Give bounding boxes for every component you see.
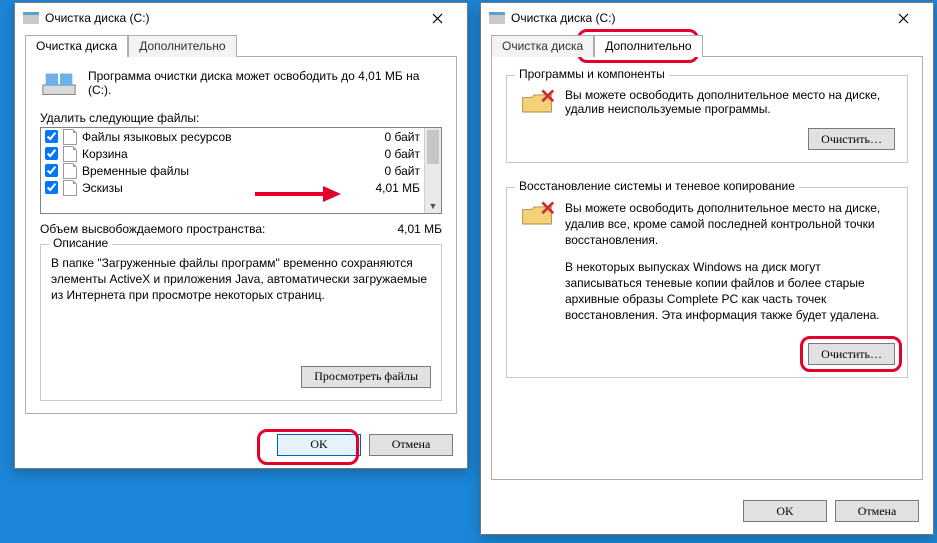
ok-button[interactable]: OK bbox=[743, 500, 827, 522]
file-icon bbox=[63, 129, 77, 145]
dialog-button-row: OK Отмена bbox=[15, 424, 467, 468]
file-size: 0 байт bbox=[360, 147, 420, 161]
disk-cleanup-window-main: Очистка диска (C:) Очистка диска Дополни… bbox=[14, 2, 468, 469]
file-checkbox[interactable] bbox=[45, 130, 58, 143]
close-button[interactable] bbox=[415, 3, 459, 33]
file-size: 4,01 МБ bbox=[360, 181, 420, 195]
tab-main[interactable]: Очистка диска bbox=[491, 35, 594, 57]
close-button[interactable] bbox=[881, 3, 925, 33]
file-checkbox[interactable] bbox=[45, 181, 58, 194]
freed-value: 4,01 МБ bbox=[397, 222, 442, 236]
disk-cleanup-window-advanced: Очистка диска (C:) Очистка диска Дополни… bbox=[480, 2, 934, 535]
file-checkbox[interactable] bbox=[45, 164, 58, 177]
cleanup-restore-button[interactable]: Очистить… bbox=[808, 343, 895, 365]
list-item[interactable]: Временные файлы 0 байт bbox=[41, 162, 424, 179]
folder-delete-icon bbox=[519, 200, 555, 230]
tab-strip: Очистка диска Дополнительно bbox=[481, 33, 933, 57]
files-listbox[interactable]: Файлы языковых ресурсов 0 байт Корзина 0… bbox=[40, 127, 442, 214]
close-icon bbox=[898, 13, 909, 24]
scroll-thumb[interactable] bbox=[427, 130, 439, 164]
folder-delete-icon bbox=[519, 88, 555, 118]
window-title: Очистка диска (C:) bbox=[45, 11, 150, 25]
view-files-button[interactable]: Просмотреть файлы bbox=[301, 366, 431, 388]
list-item[interactable]: Файлы языковых ресурсов 0 байт bbox=[41, 128, 424, 145]
file-icon bbox=[63, 163, 77, 179]
intro-text: Программа очистки диска может освободить… bbox=[88, 69, 442, 99]
cancel-button[interactable]: Отмена bbox=[369, 434, 453, 456]
group-text: Вы можете освободить дополнительное мест… bbox=[565, 88, 895, 118]
dialog-button-row: OK Отмена bbox=[481, 490, 933, 534]
titlebar[interactable]: Очистка диска (C:) bbox=[481, 3, 933, 33]
scroll-down-arrow-icon[interactable]: ▼ bbox=[425, 199, 441, 213]
description-group: Описание В папке "Загруженные файлы прог… bbox=[40, 244, 442, 401]
file-name: Эскизы bbox=[82, 181, 355, 195]
group-text-2: В некоторых выпусках Windows на диск мог… bbox=[565, 259, 895, 324]
file-checkbox[interactable] bbox=[45, 147, 58, 160]
tab-pane-advanced: Программы и компоненты Вы можете освобод… bbox=[491, 57, 923, 480]
ok-button[interactable]: OK bbox=[277, 434, 361, 456]
remove-files-label: Удалить следующие файлы: bbox=[40, 111, 442, 125]
group-restore: Восстановление системы и теневое копиров… bbox=[506, 187, 908, 378]
file-name: Корзина bbox=[82, 147, 355, 161]
drive-icon bbox=[489, 12, 505, 24]
window-title: Очистка диска (C:) bbox=[511, 11, 616, 25]
drive-icon bbox=[23, 12, 39, 24]
freed-label: Объем высвобождаемого пространства: bbox=[40, 222, 397, 236]
group-text-1: Вы можете освободить дополнительное мест… bbox=[565, 200, 895, 249]
tab-advanced[interactable]: Дополнительно bbox=[594, 35, 702, 57]
list-item[interactable]: Эскизы 4,01 МБ bbox=[41, 179, 424, 196]
vertical-scrollbar[interactable]: ▼ bbox=[424, 128, 441, 213]
description-title: Описание bbox=[49, 236, 112, 250]
group-title: Программы и компоненты bbox=[515, 67, 669, 81]
list-item[interactable]: Корзина 0 байт bbox=[41, 145, 424, 162]
file-size: 0 байт bbox=[360, 164, 420, 178]
group-title: Восстановление системы и теневое копиров… bbox=[515, 179, 799, 193]
file-name: Временные файлы bbox=[82, 164, 355, 178]
tab-pane-main: Программа очистки диска может освободить… bbox=[25, 57, 457, 414]
disk-cleanup-large-icon bbox=[40, 69, 78, 99]
file-name: Файлы языковых ресурсов bbox=[82, 130, 355, 144]
file-icon bbox=[63, 180, 77, 196]
tab-advanced[interactable]: Дополнительно bbox=[128, 35, 236, 57]
group-programs: Программы и компоненты Вы можете освобод… bbox=[506, 75, 908, 163]
titlebar[interactable]: Очистка диска (C:) bbox=[15, 3, 467, 33]
tab-strip: Очистка диска Дополнительно bbox=[15, 33, 467, 57]
file-size: 0 байт bbox=[360, 130, 420, 144]
tab-main[interactable]: Очистка диска bbox=[25, 35, 128, 57]
file-icon bbox=[63, 146, 77, 162]
description-text: В папке "Загруженные файлы программ" вре… bbox=[51, 255, 431, 304]
cancel-button[interactable]: Отмена bbox=[835, 500, 919, 522]
close-icon bbox=[432, 13, 443, 24]
cleanup-programs-button[interactable]: Очистить… bbox=[808, 128, 895, 150]
